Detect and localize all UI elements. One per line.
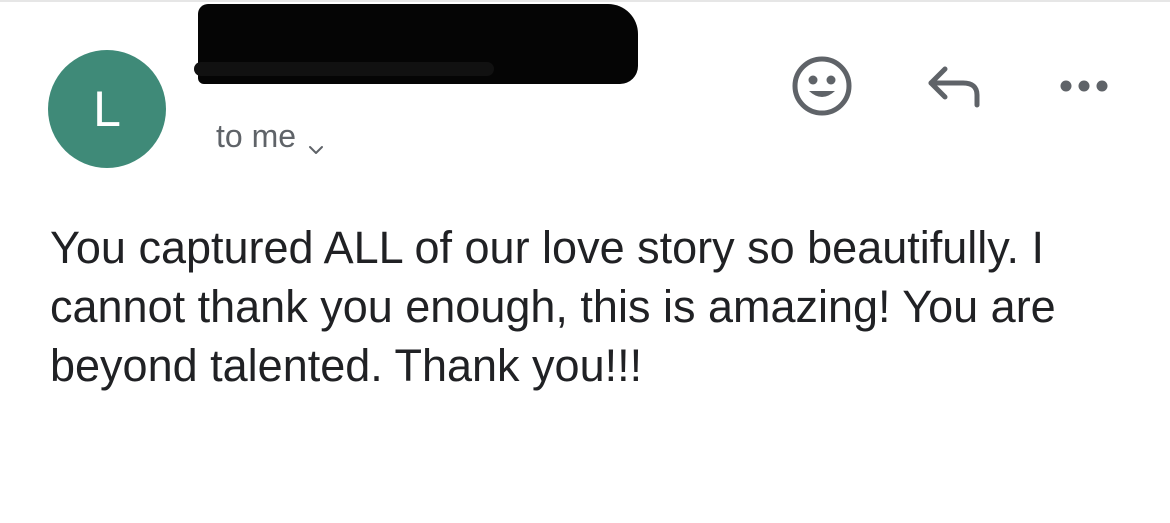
chevron-down-icon: [308, 129, 324, 154]
more-options-button[interactable]: [1052, 56, 1116, 120]
recipient-details-toggle[interactable]: to me: [216, 118, 324, 155]
reply-icon: [923, 61, 985, 116]
recipient-label: to me: [216, 118, 297, 154]
redaction-mark: [194, 62, 494, 76]
add-reaction-button[interactable]: [790, 56, 854, 120]
avatar-initial: L: [93, 81, 121, 137]
reply-button[interactable]: [922, 56, 986, 120]
more-horizontal-icon: [1054, 76, 1114, 101]
top-divider: [0, 0, 1170, 2]
sender-avatar[interactable]: L: [48, 50, 166, 168]
message-body: You captured ALL of our love story so be…: [50, 222, 1056, 391]
smiley-icon: [791, 55, 853, 122]
